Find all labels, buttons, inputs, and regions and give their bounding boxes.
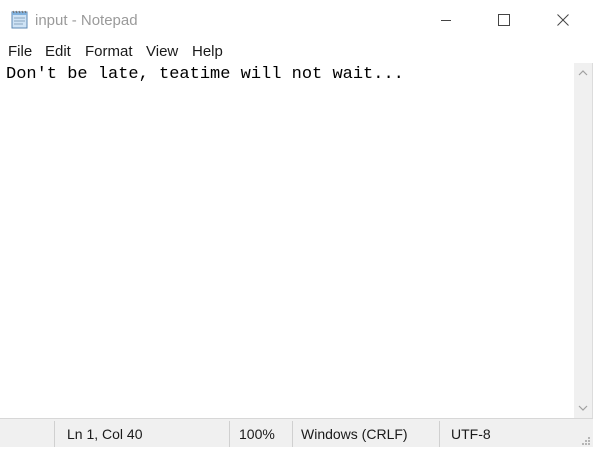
close-icon [557,14,569,26]
status-bar: Ln 1, Col 40 100% Windows (CRLF) UTF-8 [0,418,593,447]
status-divider [229,421,230,447]
editor-content[interactable]: Don't be late, teatime will not wait... [6,65,404,85]
menu-view[interactable]: View [146,43,178,61]
status-divider [439,421,440,447]
maximize-button[interactable] [475,0,533,40]
minimize-button[interactable] [417,0,475,40]
vertical-scrollbar[interactable] [574,63,592,418]
zoom-level: 100% [239,426,275,442]
title-bar[interactable]: input - Notepad [0,0,593,40]
chevron-down-icon [578,405,588,411]
minimize-icon [441,20,451,21]
menu-format[interactable]: Format [85,43,133,61]
resize-grip-icon[interactable] [579,433,591,445]
menu-bar: File Edit Format View Help [0,40,593,63]
chevron-up-icon [578,70,588,76]
encoding: UTF-8 [451,426,491,442]
line-ending: Windows (CRLF) [301,426,408,442]
maximize-icon [498,14,510,26]
window-title: input - Notepad [35,12,138,29]
scroll-down-button[interactable] [574,398,592,418]
status-divider [54,421,55,447]
menu-edit[interactable]: Edit [45,43,71,61]
text-editor[interactable]: Don't be late, teatime will not wait... [0,63,574,418]
status-divider [292,421,293,447]
notepad-icon[interactable] [10,10,30,29]
menu-help[interactable]: Help [192,43,223,61]
scroll-up-button[interactable] [574,63,592,83]
close-button[interactable] [534,0,592,40]
notepad-window: input - Notepad File Edit Format View He… [0,0,593,447]
cursor-position: Ln 1, Col 40 [67,426,143,442]
menu-file[interactable]: File [8,43,32,61]
